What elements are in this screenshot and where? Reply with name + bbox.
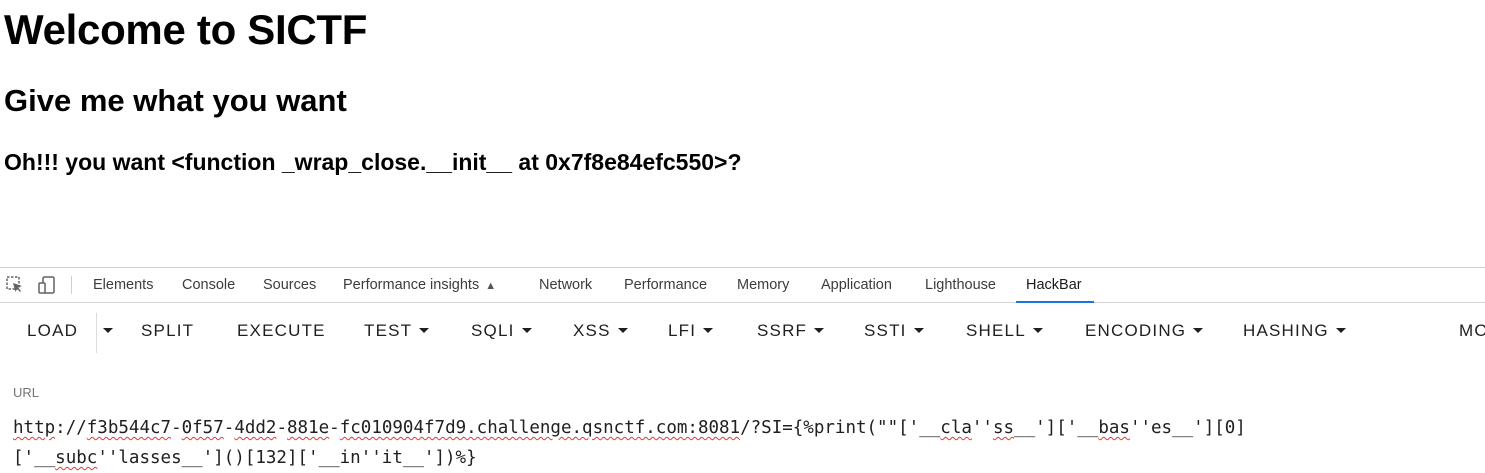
url-line-1: http://f3b544c7-0f57-4dd2-881e-fc010904f… bbox=[13, 418, 1246, 438]
shell-menu-label: SHELL bbox=[966, 321, 1026, 340]
devtools-tab-bar: Elements Console Sources Performance ins… bbox=[0, 268, 1485, 303]
execute-button[interactable]: EXECUTE bbox=[237, 303, 326, 359]
url-field[interactable]: http://f3b544c7-0f57-4dd2-881e-fc010904f… bbox=[13, 413, 1473, 473]
tab-performance[interactable]: Performance bbox=[624, 268, 707, 302]
xss-menu-button[interactable]: XSS bbox=[573, 303, 628, 359]
hashing-menu-button[interactable]: HASHING bbox=[1243, 303, 1346, 359]
sqli-menu-label: SQLI bbox=[471, 321, 515, 340]
url-misspelled-segment: f3b544c7 bbox=[86, 418, 172, 438]
chevron-down-icon bbox=[521, 328, 532, 333]
load-dropdown-button[interactable] bbox=[99, 303, 113, 359]
url-misspelled-segment: http bbox=[13, 418, 56, 438]
split-button[interactable]: SPLIT bbox=[141, 303, 194, 359]
chevron-down-icon bbox=[913, 328, 924, 333]
page-title: Welcome to SICTF bbox=[4, 6, 368, 53]
url-segment: - bbox=[171, 418, 182, 438]
url-label: URL bbox=[13, 385, 40, 400]
url-segment: '' bbox=[971, 418, 993, 438]
tab-application[interactable]: Application bbox=[821, 268, 892, 302]
hashing-menu-label: HASHING bbox=[1243, 321, 1329, 340]
url-misspelled-segment: ss bbox=[992, 418, 1015, 438]
load-button[interactable]: LOAD bbox=[27, 303, 78, 359]
url-segment: - bbox=[276, 418, 288, 438]
sqli-menu-button[interactable]: SQLI bbox=[471, 303, 532, 359]
toolbar-divider bbox=[71, 276, 72, 294]
inspect-element-icon[interactable] bbox=[5, 275, 25, 295]
test-menu-button[interactable]: TEST bbox=[364, 303, 430, 359]
chevron-down-icon bbox=[1032, 328, 1043, 333]
ssrf-menu-button[interactable]: SSRF bbox=[757, 303, 825, 359]
lfi-menu-label: LFI bbox=[668, 321, 697, 340]
page-content: Welcome to SICTF Give me what you want O… bbox=[0, 0, 1485, 268]
url-misspelled-segment: subc bbox=[55, 448, 98, 468]
url-misspelled-segment: 4dd2 bbox=[234, 418, 277, 438]
load-divider bbox=[96, 313, 97, 353]
ssti-menu-label: SSTI bbox=[864, 321, 907, 340]
tab-network[interactable]: Network bbox=[539, 268, 592, 302]
url-segment: - bbox=[223, 418, 235, 438]
url-segment: ''lasses__']()[132]['__in''it__'])%} bbox=[97, 448, 477, 468]
url-line-2: ['__subc''lasses__']()[132]['__in''it__'… bbox=[13, 448, 477, 468]
url-segment: /?SI={%print(""['__ bbox=[740, 418, 941, 438]
page-subtitle: Give me what you want bbox=[4, 83, 347, 118]
ssrf-menu-label: SSRF bbox=[757, 321, 808, 340]
tab-hackbar[interactable]: HackBar bbox=[1016, 268, 1094, 303]
ssti-menu-button[interactable]: SSTI bbox=[864, 303, 924, 359]
more-menu-button[interactable]: MO bbox=[1459, 303, 1485, 359]
url-segment: ['__ bbox=[13, 448, 56, 468]
url-misspelled-segment: bas bbox=[1098, 418, 1130, 438]
chevron-down-icon bbox=[1193, 328, 1204, 333]
tab-lighthouse[interactable]: Lighthouse bbox=[925, 268, 996, 302]
tab-performance-insights[interactable]: Performance insights ▲ bbox=[343, 268, 496, 302]
url-misspelled-segment: 0f57 bbox=[181, 418, 224, 438]
tab-elements[interactable]: Elements bbox=[93, 268, 153, 302]
flask-icon: ▲ bbox=[485, 280, 497, 292]
url-segment: - bbox=[329, 418, 340, 438]
result-message: Oh!!! you want <function _wrap_close.__i… bbox=[4, 149, 742, 175]
chevron-down-icon bbox=[617, 328, 628, 333]
devtools-panel: Elements Console Sources Performance ins… bbox=[0, 267, 1485, 470]
url-misspelled-segment: 881e bbox=[287, 418, 330, 438]
url-misspelled-segment: fc010904f7d9.challenge.qsnctf.com:8081 bbox=[339, 418, 741, 438]
device-toolbar-icon[interactable] bbox=[37, 275, 57, 295]
tab-memory[interactable]: Memory bbox=[737, 268, 789, 302]
shell-menu-button[interactable]: SHELL bbox=[966, 303, 1043, 359]
encoding-menu-button[interactable]: ENCODING bbox=[1085, 303, 1204, 359]
chevron-down-icon bbox=[1335, 328, 1346, 333]
hackbar-toolbar: LOAD SPLIT EXECUTE TEST SQLI XSS LFI SSR… bbox=[0, 303, 1485, 359]
url-segment: :// bbox=[55, 418, 87, 438]
url-segment: __']['__ bbox=[1014, 418, 1099, 438]
encoding-menu-label: ENCODING bbox=[1085, 321, 1187, 340]
url-misspelled-segment: cla bbox=[940, 418, 972, 438]
chevron-down-icon bbox=[814, 328, 825, 333]
test-menu-label: TEST bbox=[364, 321, 413, 340]
chevron-down-icon bbox=[103, 328, 113, 333]
xss-menu-label: XSS bbox=[573, 321, 611, 340]
url-segment: ''es__'][0] bbox=[1129, 418, 1246, 438]
tab-sources[interactable]: Sources bbox=[263, 268, 316, 302]
lfi-menu-button[interactable]: LFI bbox=[668, 303, 714, 359]
chevron-down-icon bbox=[703, 328, 714, 333]
tab-console[interactable]: Console bbox=[182, 268, 235, 302]
tab-performance-insights-label: Performance insights bbox=[343, 277, 480, 293]
chevron-down-icon bbox=[419, 328, 430, 333]
